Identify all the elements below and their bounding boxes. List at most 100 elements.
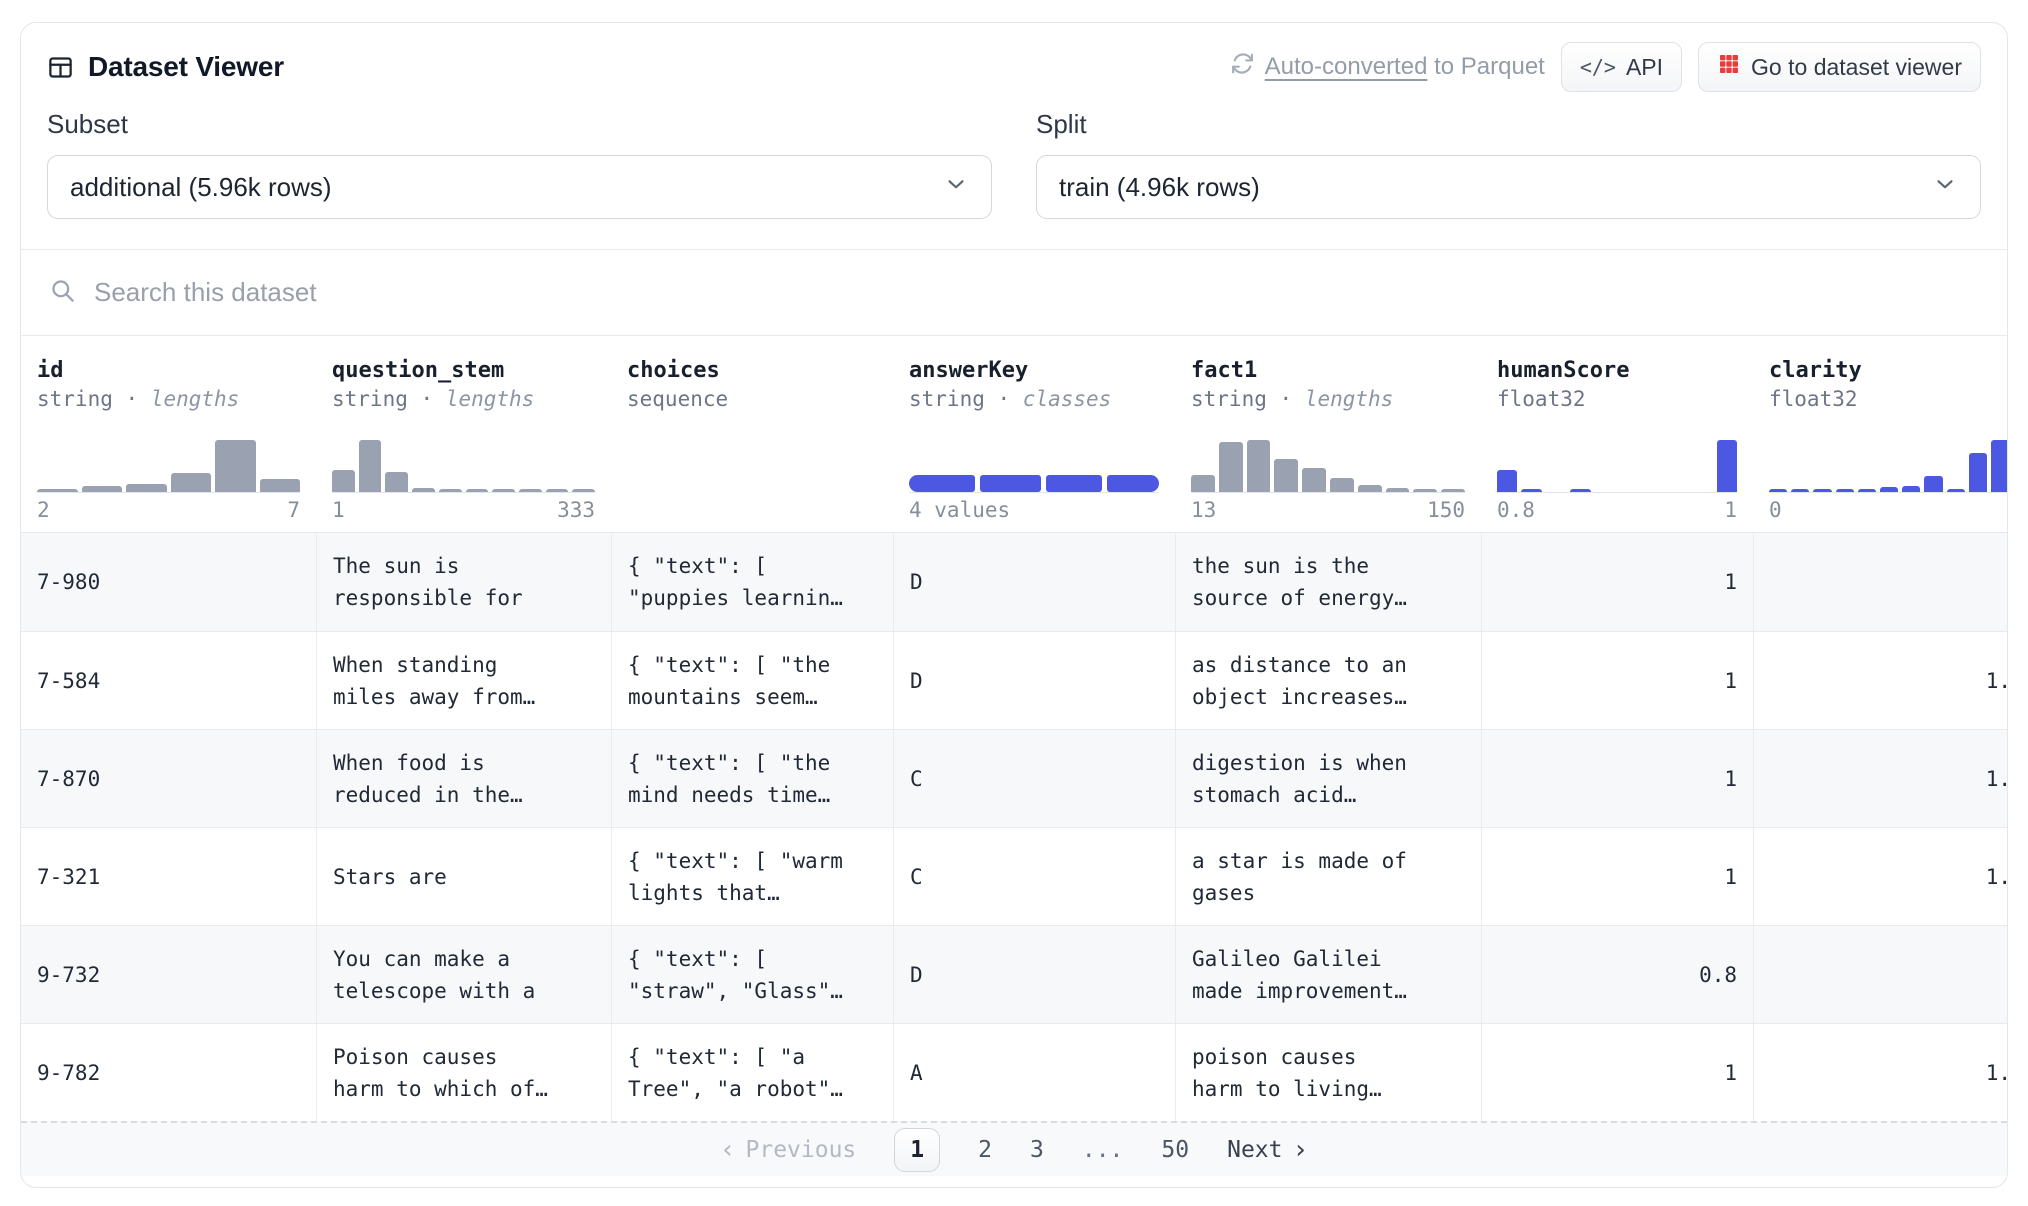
subset-selector: Subset additional (5.96k rows): [47, 109, 992, 219]
histogram-bar: [492, 489, 515, 492]
histogram-bar: [1717, 440, 1737, 492]
page-title: Dataset Viewer: [88, 51, 284, 83]
histogram-bar: [1358, 485, 1382, 492]
column-histogram-humanScore[interactable]: 0.81: [1497, 439, 1737, 532]
split-label: Split: [1036, 109, 1981, 140]
column-type: float32: [1769, 387, 2008, 411]
go-to-dataset-viewer-button[interactable]: Go to dataset viewer: [1698, 42, 1981, 92]
histogram-bar: [1969, 453, 1987, 492]
histogram-bar: [1274, 459, 1298, 492]
column-histogram-fact1[interactable]: 13150: [1191, 439, 1465, 532]
pagination-footer: ‹ Previous 123...50 Next ›: [21, 1121, 2007, 1176]
column-type: string · classes: [909, 387, 1159, 411]
dataset-viewer-brand: Dataset Viewer: [47, 51, 284, 83]
column-header-fact1: fact1string · lengths13150: [1175, 336, 1481, 532]
table-row: 9-732You can make a telescope with a{ "t…: [21, 925, 2008, 1023]
histogram-bar: [1791, 489, 1809, 492]
cell-answerKey: C: [893, 730, 1175, 827]
histogram-bar: [546, 489, 569, 492]
cell-id: 7-584: [21, 632, 316, 729]
cell-choices: { "text": [ "the mountains seem…: [611, 632, 893, 729]
page-button-1[interactable]: 1: [894, 1128, 940, 1172]
cell-clarity: 1.: [1753, 1024, 2008, 1121]
column-type: string · lengths: [332, 387, 595, 411]
histogram-bar: [1947, 489, 1965, 492]
column-type: string · lengths: [37, 387, 300, 411]
cell-humanScore: 1: [1481, 632, 1753, 729]
refresh-icon: [1230, 51, 1255, 83]
auto-converted-label: Auto-converted: [1265, 53, 1428, 80]
column-name: humanScore: [1497, 358, 1737, 383]
column-header-humanScore: humanScorefloat320.81: [1481, 336, 1753, 532]
column-histogram-clarity[interactable]: 0: [1769, 439, 2008, 532]
table-row: 9-782Poison causes harm to which of…{ "t…: [21, 1023, 2008, 1121]
histogram-labels: 4 values: [909, 493, 1159, 532]
histogram-bar: [171, 473, 212, 492]
cell-fact1: poison causes harm to living…: [1175, 1024, 1481, 1121]
column-name: question_stem: [332, 358, 595, 383]
histogram-bar: [1924, 476, 1942, 492]
chevron-right-icon: ›: [1293, 1137, 1309, 1163]
search-bar: [21, 250, 2007, 336]
chevron-down-icon: [943, 171, 969, 204]
cell-id: 9-732: [21, 926, 316, 1023]
histogram-bar: [519, 489, 542, 492]
column-name: id: [37, 358, 300, 383]
cell-fact1: a star is made of gases: [1175, 828, 1481, 925]
column-histogram-question_stem[interactable]: 1333: [332, 439, 595, 532]
cell-choices: { "text": [ "straw", "Glass"…: [611, 926, 893, 1023]
search-icon: [49, 277, 76, 309]
cell-fact1: digestion is when stomach acid…: [1175, 730, 1481, 827]
histogram-bar: [385, 472, 408, 492]
auto-converted-link[interactable]: Auto-converted to Parquet: [1230, 51, 1545, 83]
histogram-bar: [1880, 487, 1898, 492]
page-button-3[interactable]: 3: [1030, 1137, 1044, 1163]
previous-button[interactable]: ‹ Previous: [720, 1137, 856, 1163]
cell-question_stem: You can make a telescope with a: [316, 926, 611, 1023]
split-select[interactable]: train (4.96k rows): [1036, 155, 1981, 219]
cell-answerKey: D: [893, 632, 1175, 729]
cell-question_stem: Poison causes harm to which of…: [316, 1024, 611, 1121]
histogram-labels: 27: [37, 493, 300, 532]
histogram-bar: [1191, 475, 1215, 492]
page-button-2[interactable]: 2: [978, 1137, 992, 1163]
cell-humanScore: 1: [1481, 533, 1753, 631]
histogram-bar: [359, 440, 382, 492]
page-button-50[interactable]: 50: [1161, 1137, 1189, 1163]
split-selector: Split train (4.96k rows): [1036, 109, 1981, 219]
column-name: choices: [627, 358, 877, 383]
api-button-label: API: [1626, 54, 1663, 81]
cell-fact1: as distance to an object increases…: [1175, 632, 1481, 729]
search-input[interactable]: [94, 277, 1979, 308]
histogram-bar: [1570, 489, 1590, 492]
column-histogram-answerKey[interactable]: 4 values: [909, 439, 1159, 532]
table-row: 7-870When food is reduced in the…{ "text…: [21, 729, 2008, 827]
histogram-bars: [37, 439, 300, 493]
table-header-row: id string · lengths 27 question_stemstring …: [21, 336, 2008, 533]
cell-humanScore: 1: [1481, 1024, 1753, 1121]
histogram-bars: [332, 439, 595, 493]
cell-id: 7-980: [21, 533, 316, 631]
cell-id: 9-782: [21, 1024, 316, 1121]
histogram-bar: [82, 486, 123, 492]
histogram-bar: [1991, 440, 2008, 492]
subset-select[interactable]: additional (5.96k rows): [47, 155, 992, 219]
histogram-bar: [466, 489, 489, 492]
column-header-id: id string · lengths 27: [21, 336, 316, 532]
split-select-value: train (4.96k rows): [1059, 172, 1260, 203]
next-label: Next: [1227, 1137, 1282, 1163]
column-type: sequence: [627, 387, 877, 411]
cell-question_stem: When standing miles away from…: [316, 632, 611, 729]
histogram-bar: [126, 484, 167, 492]
class-segment: [909, 475, 975, 492]
column-histogram-id[interactable]: 27: [37, 439, 300, 532]
cell-question_stem: The sun is responsible for: [316, 533, 611, 631]
histogram-bar: [332, 470, 355, 492]
histogram-bar: [1858, 489, 1876, 492]
histogram-bar: [1813, 489, 1831, 492]
column-header-clarity: clarityfloat320: [1753, 336, 2008, 532]
go-to-dataset-viewer-label: Go to dataset viewer: [1751, 54, 1962, 81]
api-button[interactable]: </> API: [1561, 42, 1682, 92]
next-button[interactable]: Next ›: [1227, 1137, 1308, 1163]
subset-label: Subset: [47, 109, 992, 140]
